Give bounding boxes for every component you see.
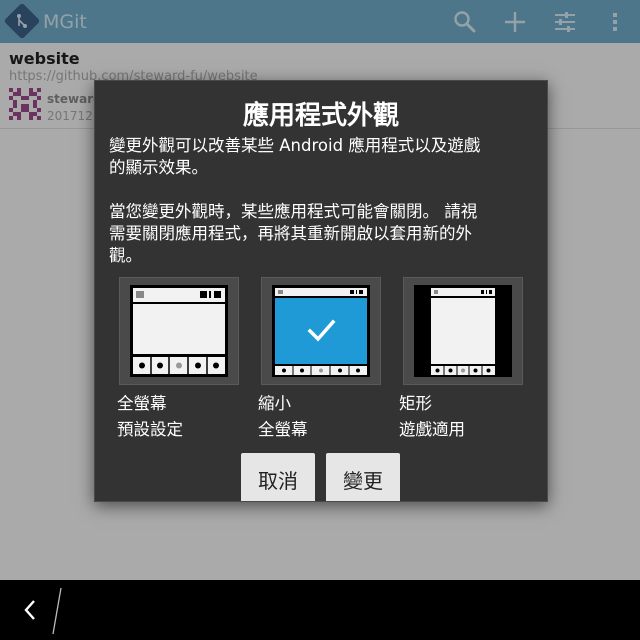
description-line: 的顯示效果。	[109, 158, 208, 177]
description-line: 變更外觀可以改善某些 Android 應用程式以及遊戲	[109, 136, 481, 155]
option-fullscreen-label: 全螢幕 預設設定	[117, 391, 183, 443]
dialog-description: 變更外觀可以改善某些 Android 應用程式以及遊戲 的顯示效果。	[109, 135, 535, 179]
warning-line: 當您變更外觀時，某些應用程式可能會關閉。 請視	[109, 202, 478, 221]
option-rectangle-line2: 遊戲適用	[399, 420, 465, 439]
dialog-title: 應用程式外觀	[242, 101, 399, 131]
option-scaled-line1: 縮小	[258, 394, 291, 413]
dialog-warning: 當您變更外觀時，某些應用程式可能會關閉。 請視 需要關閉應用程式，再將其重新開啟…	[109, 201, 535, 267]
cancel-button[interactable]: 取消	[241, 453, 315, 501]
system-nav-bar	[0, 580, 640, 640]
option-fullscreen-line2: 預設設定	[117, 420, 183, 439]
option-scaled-fullscreen[interactable]	[261, 277, 381, 385]
warning-line: 需要關閉應用程式，再將其重新開啟以套用新的外	[109, 224, 472, 243]
warning-line: 觀。	[109, 246, 142, 265]
nav-divider	[50, 586, 64, 636]
option-scaled-line2: 全螢幕	[258, 420, 308, 439]
option-rectangle-label: 矩形 遊戲適用	[399, 391, 465, 443]
option-rectangle-line1: 矩形	[399, 394, 432, 413]
option-fullscreen[interactable]	[119, 277, 239, 385]
app-appearance-dialog: 應用程式外觀 變更外觀可以改善某些 Android 應用程式以及遊戲 的顯示效果…	[94, 80, 548, 502]
back-icon[interactable]	[18, 595, 42, 625]
option-scaled-label: 縮小 全螢幕	[258, 391, 308, 443]
option-rectangle[interactable]	[403, 277, 523, 385]
option-fullscreen-line1: 全螢幕	[117, 394, 167, 413]
change-button[interactable]: 變更	[326, 453, 400, 501]
